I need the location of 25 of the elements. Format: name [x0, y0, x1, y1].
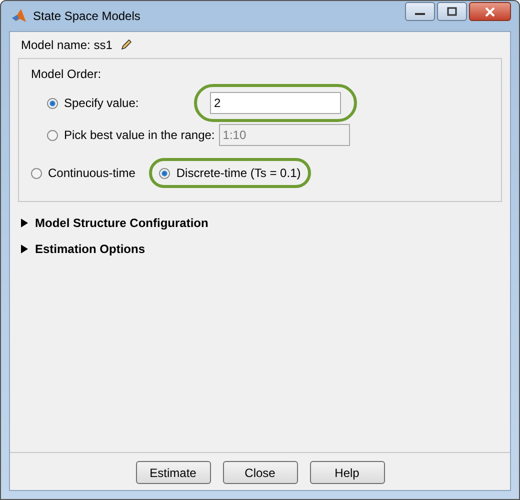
- close-icon: [484, 6, 496, 16]
- dialog-button[interactable]: Help: [310, 461, 384, 484]
- maximize-button[interactable]: [437, 2, 467, 21]
- radio-button[interactable]: [47, 98, 58, 108]
- dialog-button[interactable]: Estimate: [136, 461, 210, 484]
- option-label: Continuous-time: [48, 166, 136, 180]
- close-button[interactable]: [469, 2, 511, 21]
- option-label: Specify value:: [64, 96, 139, 110]
- section-header[interactable]: Model Structure Configuration: [35, 216, 208, 230]
- section-header[interactable]: Estimation Options: [35, 242, 146, 256]
- expand-triangle-icon[interactable]: [21, 218, 28, 228]
- radio-button[interactable]: [31, 168, 42, 178]
- minimize-button[interactable]: [405, 2, 435, 21]
- input-field[interactable]: 2: [210, 92, 341, 114]
- model-order-label: Model Order:: [31, 67, 102, 81]
- option-label: Pick best value in the range:: [64, 128, 215, 142]
- model-name-label: Model name: ss1: [21, 38, 112, 52]
- option-label: Discrete-time (Ts = 0.1): [176, 166, 301, 180]
- radio-button[interactable]: [159, 168, 170, 178]
- pencil-icon[interactable]: [120, 39, 132, 51]
- window-title: State Space Models: [33, 9, 140, 23]
- maximize-icon: [446, 6, 458, 16]
- dialog-button[interactable]: Close: [222, 461, 298, 484]
- logo-icon: [11, 8, 27, 24]
- expand-triangle-icon[interactable]: [21, 244, 28, 254]
